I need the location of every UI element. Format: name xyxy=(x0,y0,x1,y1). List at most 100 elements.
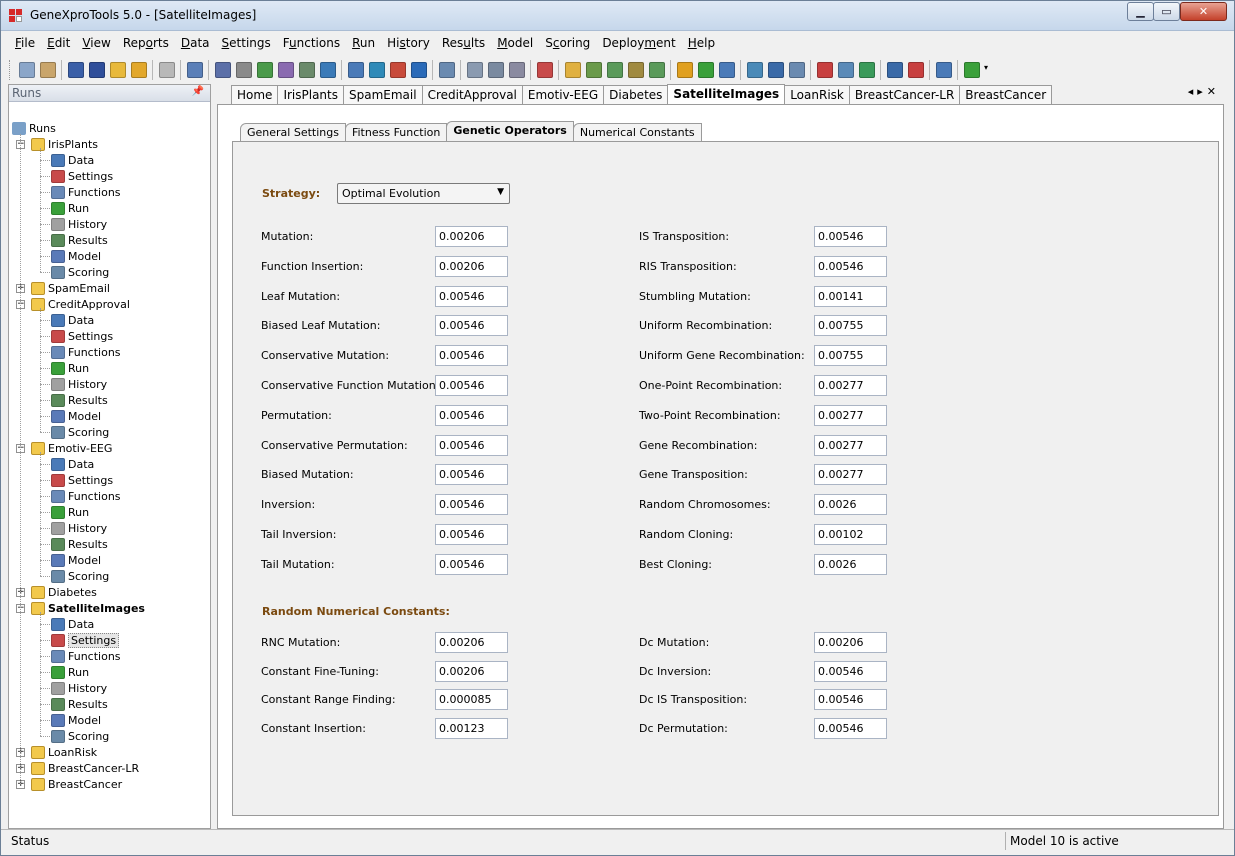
toolbar-button-icon[interactable] xyxy=(907,62,924,78)
toolbar-button-icon[interactable] xyxy=(508,62,525,78)
tab-loanrisk[interactable]: LoanRisk xyxy=(784,85,850,104)
tree-project-creditapproval[interactable]: CreditApproval xyxy=(31,296,130,312)
rnc-dc-inversion-input[interactable] xyxy=(814,660,887,682)
rnc-constant-fine-tuning-input[interactable] xyxy=(435,660,508,682)
toolbar-button-icon[interactable] xyxy=(235,62,252,78)
tab-diabetes[interactable]: Diabetes xyxy=(603,85,669,104)
op-inversion-input[interactable] xyxy=(435,494,508,516)
tree-item-settings[interactable]: Settings xyxy=(51,328,113,344)
rnc-dc-is-transposition-input[interactable] xyxy=(814,689,887,711)
menu-item[interactable]: Results xyxy=(436,34,491,54)
rnc-constant-range-finding-input[interactable] xyxy=(435,689,508,711)
toolbar-button-icon[interactable] xyxy=(746,62,763,78)
op-one-point-recombination-input[interactable] xyxy=(814,375,887,396)
pin-icon[interactable]: 📌 xyxy=(192,86,204,97)
toolbar-button-icon[interactable] xyxy=(319,62,336,78)
op-biased-leaf-mutation-input[interactable] xyxy=(435,315,508,337)
tree-item-scoring[interactable]: Scoring xyxy=(51,424,109,440)
op-uniform-gene-recombination-input[interactable] xyxy=(814,345,887,367)
toolbar-button-icon[interactable] xyxy=(466,62,483,78)
toolbar-button-icon[interactable] xyxy=(186,62,203,78)
toolbar-button-icon[interactable] xyxy=(368,62,385,78)
op-two-point-recombination-input[interactable] xyxy=(814,404,887,426)
toolbar-button-icon[interactable] xyxy=(536,62,553,78)
tree-item-history[interactable]: History xyxy=(51,680,107,696)
tab-satelliteimages[interactable]: SatelliteImages xyxy=(667,84,786,105)
strategy-dropdown[interactable]: Optimal Evolution ▼ xyxy=(337,183,510,204)
menu-item[interactable]: Functions xyxy=(277,34,346,54)
tree-item-settings[interactable]: Settings xyxy=(51,632,120,648)
toolbar-button-icon[interactable] xyxy=(256,62,273,78)
tree-item-data[interactable]: Data xyxy=(51,456,94,472)
op-biased-mutation-input[interactable] xyxy=(435,464,508,486)
toolbar-button-icon[interactable] xyxy=(788,62,805,78)
rnc-dc-permutation-input[interactable] xyxy=(814,718,887,740)
toolbar-button-icon[interactable] xyxy=(697,62,714,78)
toolbar-button-icon[interactable] xyxy=(627,62,644,78)
tree-item-run[interactable]: Run xyxy=(51,504,89,520)
tree-item-model[interactable]: Model xyxy=(51,552,101,568)
maximize-button[interactable]: ▭ xyxy=(1153,2,1180,21)
tab-numerical-constants[interactable]: Numerical Constants xyxy=(572,123,702,141)
op-permutation-input[interactable] xyxy=(435,404,508,426)
menu-item[interactable]: Settings xyxy=(216,34,277,54)
title-bar[interactable]: GeneXproTools 5.0 - [SatelliteImages] ▁ … xyxy=(1,1,1234,31)
menu-item[interactable]: View xyxy=(76,34,116,54)
tab-irisplants[interactable]: IrisPlants xyxy=(277,85,344,104)
toolbar-button-icon[interactable] xyxy=(487,62,504,78)
toolbar-button-icon[interactable] xyxy=(676,62,693,78)
tab-spamemail[interactable]: SpamEmail xyxy=(342,85,423,104)
op-best-cloning-input[interactable] xyxy=(814,553,887,575)
menu-item[interactable]: History xyxy=(381,34,436,54)
toolbar-button-icon[interactable] xyxy=(564,62,581,78)
toolbar-button-icon[interactable] xyxy=(158,62,175,78)
tree-project-loanrisk[interactable]: LoanRisk xyxy=(31,744,97,760)
tree-item-run[interactable]: Run xyxy=(51,200,89,216)
op-leaf-mutation-input[interactable] xyxy=(435,285,508,307)
tree-item-model[interactable]: Model xyxy=(51,408,101,424)
menu-item[interactable]: Help xyxy=(682,34,721,54)
toolbar-button-icon[interactable] xyxy=(214,62,231,78)
tree-project-satelliteimages[interactable]: SatelliteImages xyxy=(31,600,145,616)
tab-fitness-function[interactable]: Fitness Function xyxy=(344,123,448,141)
toolbar-button-icon[interactable] xyxy=(298,62,315,78)
tree-project-breastcancer[interactable]: BreastCancer xyxy=(31,776,122,792)
toolbar-button-icon[interactable] xyxy=(277,62,294,78)
menu-item[interactable]: Scoring xyxy=(539,34,596,54)
tree-item-settings[interactable]: Settings xyxy=(51,168,113,184)
toolbar-button-icon[interactable] xyxy=(886,62,903,78)
tree-item-run[interactable]: Run xyxy=(51,360,89,376)
tree-item-scoring[interactable]: Scoring xyxy=(51,568,109,584)
tree-project-breastcancer-lr[interactable]: BreastCancer-LR xyxy=(31,760,139,776)
tree-item-functions[interactable]: Functions xyxy=(51,648,121,664)
tab-creditapproval[interactable]: CreditApproval xyxy=(421,85,523,104)
menu-item[interactable]: Edit xyxy=(41,34,76,54)
toolbar-button-icon[interactable] xyxy=(410,62,427,78)
toolbar-button-icon[interactable] xyxy=(18,62,35,78)
op-tail-mutation-input[interactable] xyxy=(435,553,508,575)
tree-item-history[interactable]: History xyxy=(51,216,107,232)
toolbar-button-icon[interactable] xyxy=(585,62,602,78)
tree-item-model[interactable]: Model xyxy=(51,712,101,728)
toolbar-button-icon[interactable] xyxy=(963,62,980,78)
toolbar-button-icon[interactable] xyxy=(438,62,455,78)
op-tail-inversion-input[interactable] xyxy=(435,524,508,545)
tree-project-emotiv-eeg[interactable]: Emotiv-EEG xyxy=(31,440,112,456)
op-random-chromosomes-input[interactable] xyxy=(814,494,887,516)
tree-item-history[interactable]: History xyxy=(51,520,107,536)
toolbar-button-icon[interactable] xyxy=(88,62,105,78)
op-conservative-permutation-input[interactable] xyxy=(435,434,508,456)
tab-breastcancer[interactable]: BreastCancer xyxy=(959,85,1053,104)
op-conservative-mutation-input[interactable] xyxy=(435,345,508,367)
tree-item-data[interactable]: Data xyxy=(51,152,94,168)
toolbar-overflow-icon[interactable]: ▾ xyxy=(984,63,992,77)
op-stumbling-mutation-input[interactable] xyxy=(814,285,887,307)
toolbar-button-icon[interactable] xyxy=(858,62,875,78)
menu-item[interactable]: Deployment xyxy=(596,34,681,54)
toolbar-button-icon[interactable] xyxy=(606,62,623,78)
tab-general-settings[interactable]: General Settings xyxy=(240,123,346,141)
toolbar-button-icon[interactable] xyxy=(39,62,56,78)
op-function-insertion-input[interactable] xyxy=(435,255,508,277)
tree-item-scoring[interactable]: Scoring xyxy=(51,264,109,280)
op-conservative-function-mutation-input[interactable] xyxy=(435,375,508,396)
